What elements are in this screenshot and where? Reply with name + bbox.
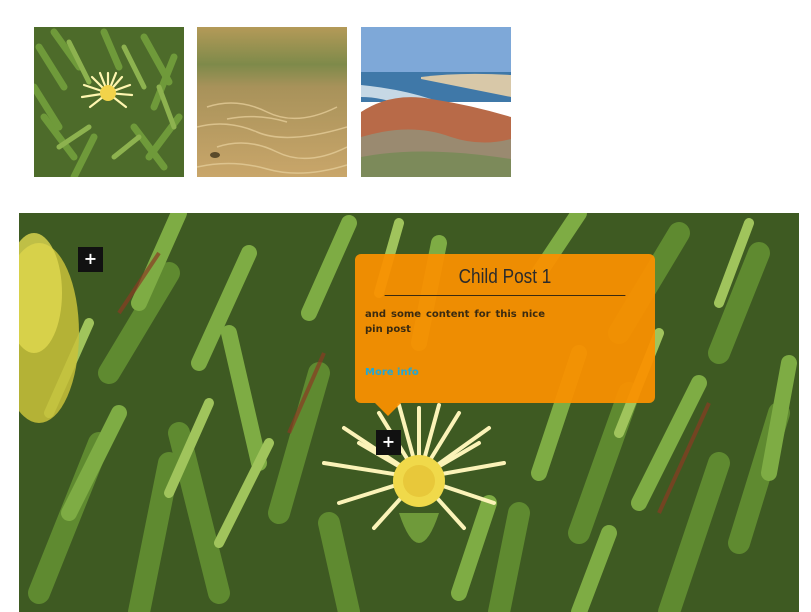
popup-body: and some content for this nice pin post xyxy=(365,309,545,335)
thumbnail-coastline[interactable] xyxy=(361,27,511,177)
popup-title: Child Post 1 xyxy=(384,266,626,296)
pin-marker-active[interactable]: + xyxy=(376,430,401,455)
pin-image: + + Child Post 1 and some content for th… xyxy=(19,213,799,612)
pin-popup: Child Post 1 and some content for this n… xyxy=(355,254,655,416)
flower-photo-icon xyxy=(34,27,184,177)
coastline-photo-icon xyxy=(361,27,511,177)
thumbnail-sand-water[interactable] xyxy=(197,27,347,177)
more-info-link[interactable]: More info xyxy=(365,367,419,378)
pin-marker[interactable]: + xyxy=(78,247,103,272)
sand-water-photo-icon xyxy=(197,27,347,177)
popup-arrow xyxy=(375,403,401,416)
thumbnail-flower[interactable] xyxy=(34,27,184,177)
